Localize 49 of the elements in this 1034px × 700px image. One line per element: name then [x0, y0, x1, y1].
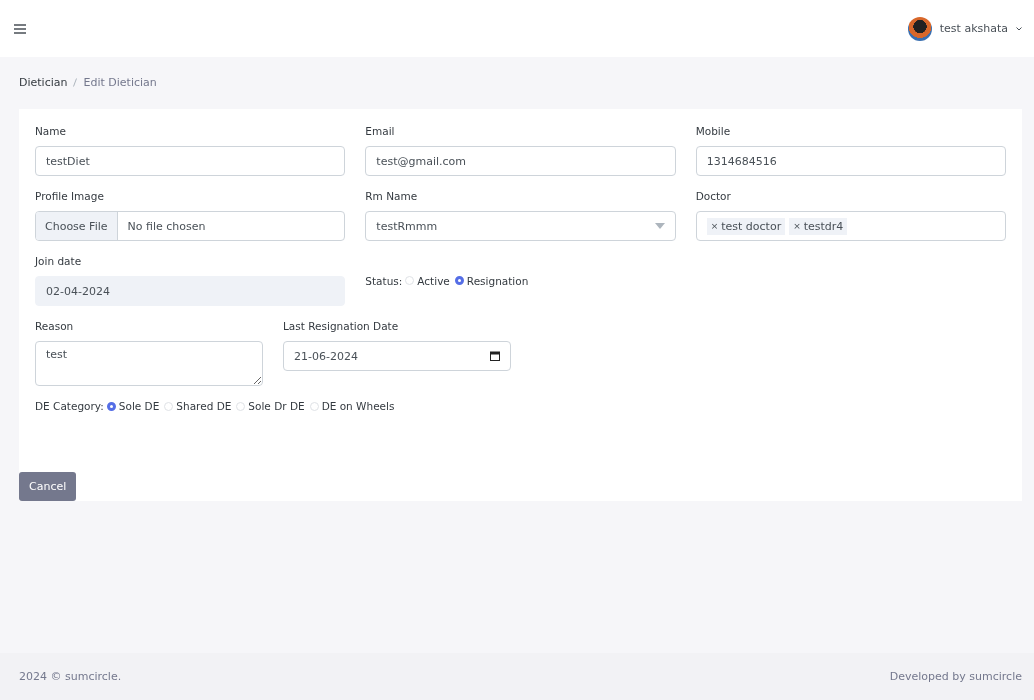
text-field[interactable]: testDiet [35, 146, 346, 176]
field-label: Mobile [695, 125, 732, 137]
tag-field[interactable]: × test doctor × testdr4 [695, 211, 1006, 241]
date-value: 21-06-2024 [294, 349, 358, 363]
date-field[interactable]: 21-06-2024 [283, 341, 511, 371]
textarea-field[interactable]: test [35, 341, 263, 386]
radio-label[interactable]: Sole Dr DE [248, 400, 305, 412]
text-field[interactable]: 1314684516 [695, 146, 1006, 176]
radio-label[interactable]: Resignation [466, 274, 529, 287]
tag-chip[interactable]: × testdr4 [789, 217, 848, 235]
radio-group-label: DE Category: [35, 400, 104, 412]
copyright-text: 2024 © sumcircle. [19, 670, 122, 683]
text-field[interactable]: test@gmail.com [365, 146, 676, 176]
select-value: testRmmm [376, 219, 438, 233]
avatar[interactable] [907, 16, 932, 41]
radio-button[interactable] [106, 401, 116, 411]
radio-button[interactable] [454, 276, 464, 285]
radio-label[interactable]: Sole DE [118, 400, 160, 412]
tag-label: test doctor [721, 219, 782, 233]
select-field[interactable]: testRmmm [365, 211, 676, 241]
user-name[interactable]: test akshata [939, 22, 1008, 35]
field-label: Reason [35, 320, 75, 332]
breadcrumb-item: Edit Dietician [83, 76, 157, 89]
menu-icon[interactable] [14, 23, 26, 34]
remove-tag[interactable]: × [793, 221, 801, 231]
breadcrumb-item[interactable]: Dietician [19, 76, 68, 89]
caret-icon [654, 223, 665, 229]
choose-file-button[interactable]: Choose File [36, 212, 118, 240]
radio-label[interactable]: DE on Wheels [321, 400, 395, 412]
tag-chip[interactable]: × test doctor [706, 217, 786, 235]
field-label: Profile Image [35, 190, 105, 202]
field-label: Doctor [695, 190, 732, 202]
field-label: Join date [35, 255, 83, 267]
calendar-icon[interactable] [490, 351, 500, 361]
remove-tag[interactable]: × [710, 221, 719, 231]
field-label: Email [365, 125, 396, 137]
slash-separator-icon [73, 78, 78, 87]
chevron-down-icon[interactable] [1016, 26, 1022, 31]
radio-label[interactable]: Shared DE [176, 400, 232, 412]
cancel-button[interactable]: Cancel [19, 472, 77, 501]
tag-label: testdr4 [803, 219, 844, 233]
radio-group-label: Status: [365, 274, 403, 287]
file-status: No file chosen [126, 219, 207, 233]
radio-label[interactable]: Active [417, 274, 450, 287]
file-field[interactable]: Choose File No file chosen [35, 211, 346, 241]
field-label: Name [35, 125, 67, 137]
field-label: Rm Name [365, 190, 419, 202]
credit-text: Developed by sumcircle [889, 670, 1022, 683]
field-label: Last Resignation Date [283, 320, 400, 332]
